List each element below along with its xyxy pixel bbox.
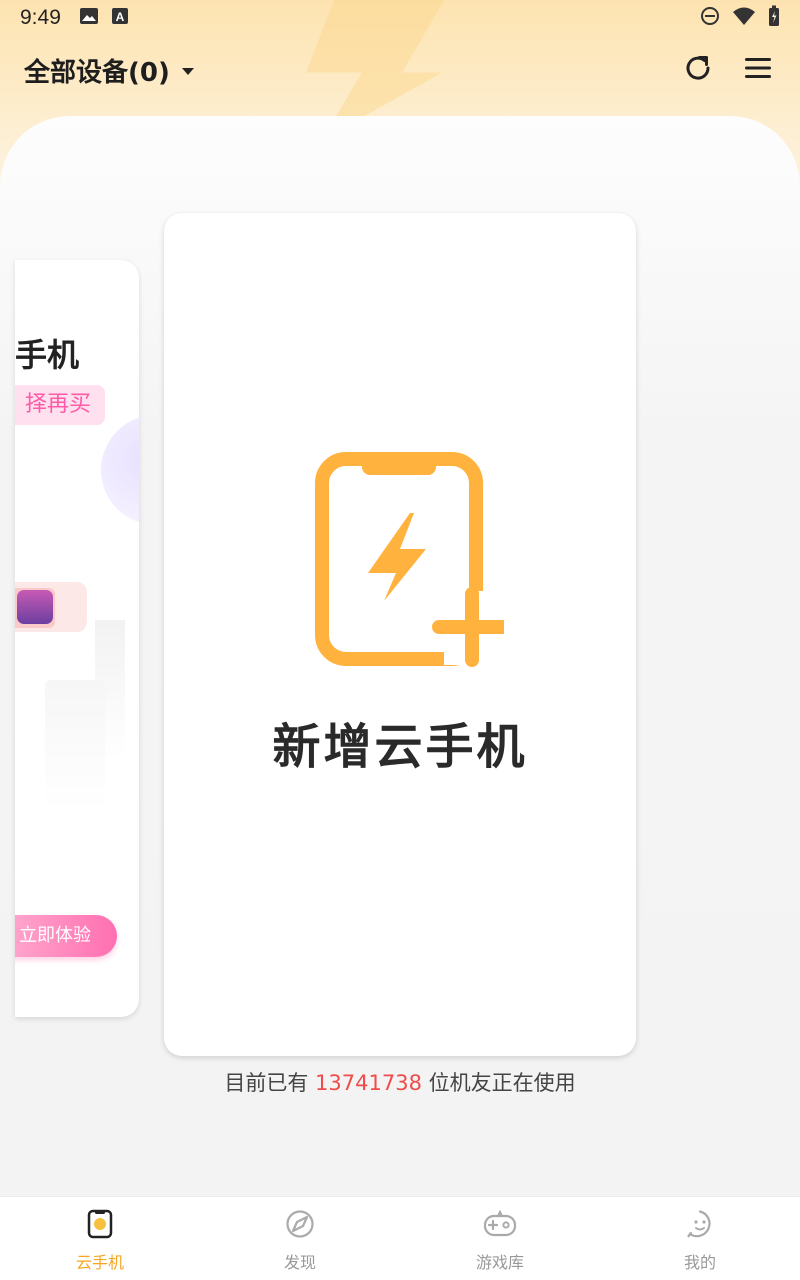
compass-icon [285, 1209, 315, 1243]
usage-statistics: 目前已有 13741738 位机友正在使用 [0, 1067, 800, 1097]
battery-icon [768, 5, 780, 32]
nav-label: 云手机 [75, 1253, 124, 1272]
status-time: 9:49 [20, 6, 61, 29]
game-avatar-icon [17, 590, 53, 624]
promo-card[interactable]: 手机 择再买 立即体验 [15, 260, 139, 1017]
add-cloud-phone-card[interactable]: 新增云手机 [164, 213, 636, 1056]
profile-face-icon [685, 1209, 715, 1243]
nav-label: 发现 [283, 1253, 316, 1272]
a-box-icon: A [111, 6, 129, 30]
refresh-icon [683, 53, 713, 87]
app-header: 全部设备(0) [0, 48, 800, 92]
menu-button[interactable] [740, 52, 776, 88]
nav-item-profile[interactable]: 我的 [600, 1197, 800, 1280]
refresh-button[interactable] [680, 52, 716, 88]
device-selector[interactable]: 全部设备(0) [24, 52, 194, 89]
phone-bolt-plus-icon [315, 452, 504, 667]
usage-count: 13741738 [315, 1071, 422, 1095]
wifi-icon [732, 6, 756, 31]
svg-text:A: A [116, 10, 125, 24]
add-cloud-phone-title: 新增云手机 [272, 719, 528, 775]
game-thumbnail [15, 582, 87, 632]
caret-down-icon [181, 68, 194, 75]
status-bar: 9:49 A [0, 0, 800, 36]
promo-card-title: 手机 [15, 336, 80, 374]
nav-item-game-library[interactable]: 游戏库 [400, 1197, 600, 1280]
gamepad-icon [483, 1209, 517, 1243]
menu-icon [745, 57, 771, 83]
bottom-navigation: 云手机 发现 游戏库 我的 [0, 1196, 800, 1280]
try-now-button[interactable]: 立即体验 [15, 915, 117, 957]
usage-prefix: 目前已有 [224, 1071, 309, 1095]
usage-suffix: 位机友正在使用 [428, 1071, 576, 1095]
promo-card-tag: 择再买 [15, 385, 106, 425]
decorative-orb [101, 415, 139, 525]
nav-label: 我的 [683, 1253, 716, 1272]
nav-item-cloud-phone[interactable]: 云手机 [0, 1197, 200, 1280]
nav-label: 游戏库 [475, 1253, 524, 1272]
image-icon [79, 6, 99, 30]
dnd-icon [700, 6, 720, 31]
decorative-block [45, 680, 105, 810]
cloud-phone-icon [85, 1209, 115, 1243]
device-selector-label: 全部设备(0) [24, 57, 170, 88]
nav-item-discover[interactable]: 发现 [200, 1197, 400, 1280]
